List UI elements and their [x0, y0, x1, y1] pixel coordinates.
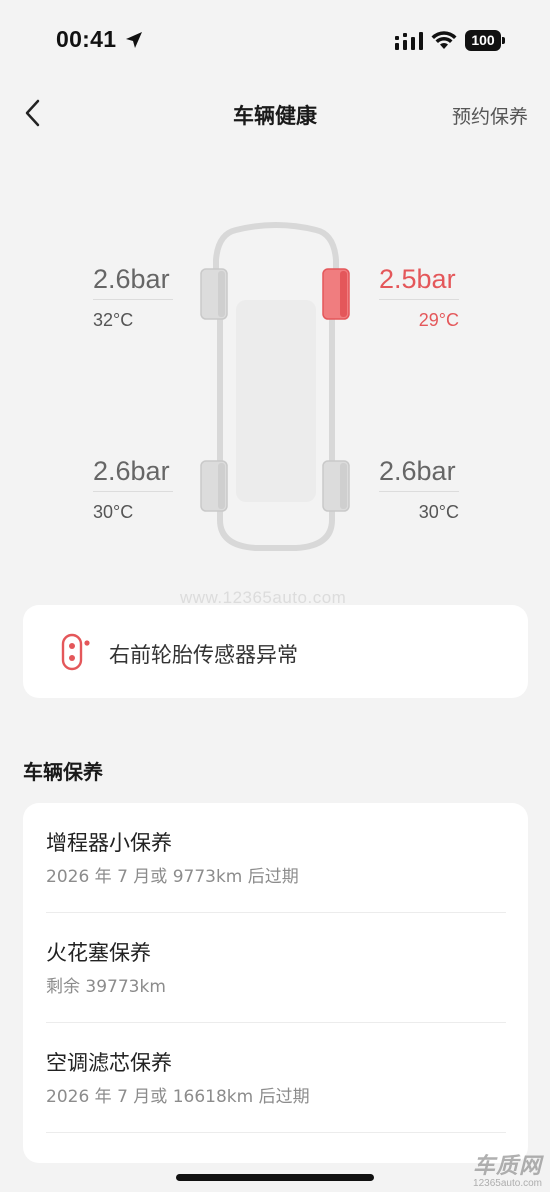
book-maintenance-button[interactable]: 预约保养: [452, 102, 528, 129]
tire-temperature: 29°C: [418, 310, 459, 330]
logo-text: 车质网: [472, 1154, 542, 1179]
tire-pressure-diagram: 2.6bar 32°C 2.5bar 29°C 2.6bar 30°C 2.6b…: [0, 220, 550, 560]
sensor-alert-card[interactable]: 右前轮胎传感器异常: [23, 605, 528, 698]
tire-pressure: 2.6bar: [93, 264, 173, 300]
maintenance-item-subtitle: 2026 年 7 月或 16618km 后过期: [46, 1087, 310, 1107]
tire-temperature: 32°C: [93, 310, 134, 330]
tire-pressure: 2.6bar: [379, 456, 459, 492]
rear-right-readout: 2.6bar 30°C: [379, 456, 459, 523]
vehicle-health-page: 00:41 100 车辆健康 预约保养 2.6bar 32°C 2.5bar 2…: [0, 0, 550, 1192]
maintenance-list: 增程器小保养 2026 年 7 月或 9773km 后过期 火花塞保养 剩余 3…: [23, 803, 528, 1163]
front-right-tire-alert: [322, 268, 350, 320]
maintenance-item-spark-plug[interactable]: 火花塞保养 剩余 39773km: [46, 913, 506, 1023]
tire-temperature: 30°C: [418, 502, 459, 522]
front-left-tire: [200, 268, 228, 320]
maintenance-section-title: 车辆保养: [23, 760, 103, 784]
cellular-signal-icon: [395, 32, 423, 50]
maintenance-item-ac-filter[interactable]: 空调滤芯保养 2026 年 7 月或 16618km 后过期: [46, 1023, 506, 1133]
location-arrow-icon: [126, 32, 142, 48]
status-bar: 00:41 100: [0, 0, 550, 80]
maintenance-item-subtitle: 剩余 39773km: [46, 977, 166, 997]
rear-left-tire: [200, 460, 228, 512]
maintenance-item-title: 空调滤芯保养: [46, 1051, 172, 1075]
maintenance-item-title: 增程器小保养: [46, 831, 172, 855]
maintenance-item-range-extender[interactable]: 增程器小保养 2026 年 7 月或 9773km 后过期: [46, 803, 506, 913]
maintenance-item-subtitle: 2026 年 7 月或 9773km 后过期: [46, 867, 299, 887]
front-left-readout: 2.6bar 32°C: [93, 264, 173, 331]
rear-left-readout: 2.6bar 30°C: [93, 456, 173, 523]
tire-temperature: 30°C: [93, 502, 134, 522]
front-right-readout: 2.5bar 29°C: [379, 264, 459, 331]
logo-url: 12365auto.com: [473, 1178, 542, 1189]
home-indicator[interactable]: [176, 1174, 374, 1181]
tire-pressure: 2.6bar: [93, 456, 173, 492]
battery-level: 100: [465, 30, 501, 51]
rear-right-tire: [322, 460, 350, 512]
wifi-icon: [431, 31, 457, 49]
tire-sensor-warning-icon: [61, 633, 90, 671]
tire-pressure: 2.5bar: [379, 264, 459, 300]
maintenance-item-title: 火花塞保养: [46, 941, 151, 965]
battery-icon: 100: [465, 30, 505, 51]
brand-logo-watermark: 车质网 12365auto.com: [473, 1148, 542, 1189]
status-time: 00:41: [56, 26, 117, 52]
battery-cap: [502, 37, 505, 44]
navigation-bar: 车辆健康 预约保养: [0, 84, 550, 144]
alert-message: 右前轮胎传感器异常: [109, 643, 298, 667]
